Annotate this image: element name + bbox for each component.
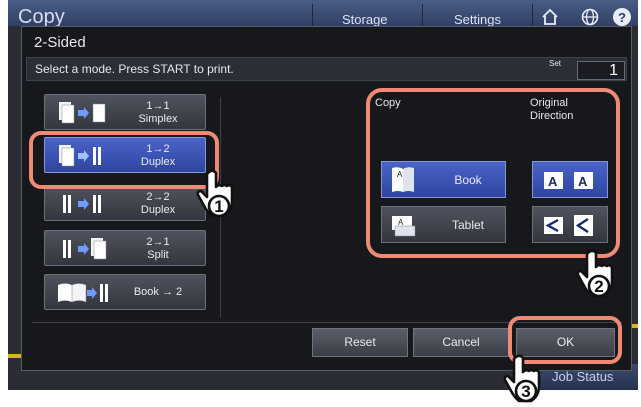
book-icon — [58, 283, 108, 303]
callout-number: 3 — [521, 382, 530, 401]
status-strip — [8, 354, 22, 358]
mode-duplex-2-2-button[interactable]: 2→2 Duplex — [44, 185, 206, 221]
duplex-icon — [63, 195, 101, 213]
instruction-text: Select a mode. Press START to print. — [35, 62, 234, 76]
hand-pointer-icon: 2 — [576, 249, 614, 298]
mode-label: 2→1 Split — [146, 236, 170, 261]
mode-simplex-1-1-button[interactable]: 1→1 Simplex — [44, 94, 206, 130]
mode-label: 2→2 Duplex — [140, 191, 176, 216]
hand-pointer-icon: 1 — [196, 169, 234, 218]
highlight-options — [366, 88, 620, 258]
cancel-button[interactable]: Cancel — [413, 328, 509, 357]
tab-separator — [532, 4, 533, 26]
svg-text:?: ? — [618, 10, 626, 25]
set-label: Set — [549, 59, 562, 68]
dialog-title: 2-Sided — [34, 34, 86, 51]
callout-number: 1 — [214, 197, 223, 216]
mode-book-to-2-button[interactable]: Book → 2 — [44, 274, 206, 310]
help-icon[interactable]: ? — [612, 7, 632, 27]
highlight-duplex — [29, 131, 219, 189]
instruction-bar: Select a mode. Press START to print. Set… — [26, 57, 627, 81]
home-icon[interactable] — [540, 7, 560, 27]
tab-separator — [422, 4, 423, 26]
reset-button[interactable]: Reset — [312, 328, 408, 357]
mode-label: Book → 2 — [133, 286, 183, 298]
split-icon — [63, 238, 107, 260]
globe-icon[interactable] — [580, 7, 600, 27]
hand-pointer-icon: 3 — [503, 354, 541, 403]
set-count-field[interactable]: 1 — [577, 61, 625, 80]
tab-separator — [312, 4, 313, 26]
mode-label: 1→1 Simplex — [138, 100, 178, 125]
simplex-icon — [59, 102, 106, 124]
tab-settings[interactable]: Settings — [454, 12, 501, 27]
mode-split-2-1-button[interactable]: 2→1 Split — [44, 230, 206, 266]
tab-storage[interactable]: Storage — [342, 12, 388, 27]
callout-number: 2 — [594, 277, 603, 296]
